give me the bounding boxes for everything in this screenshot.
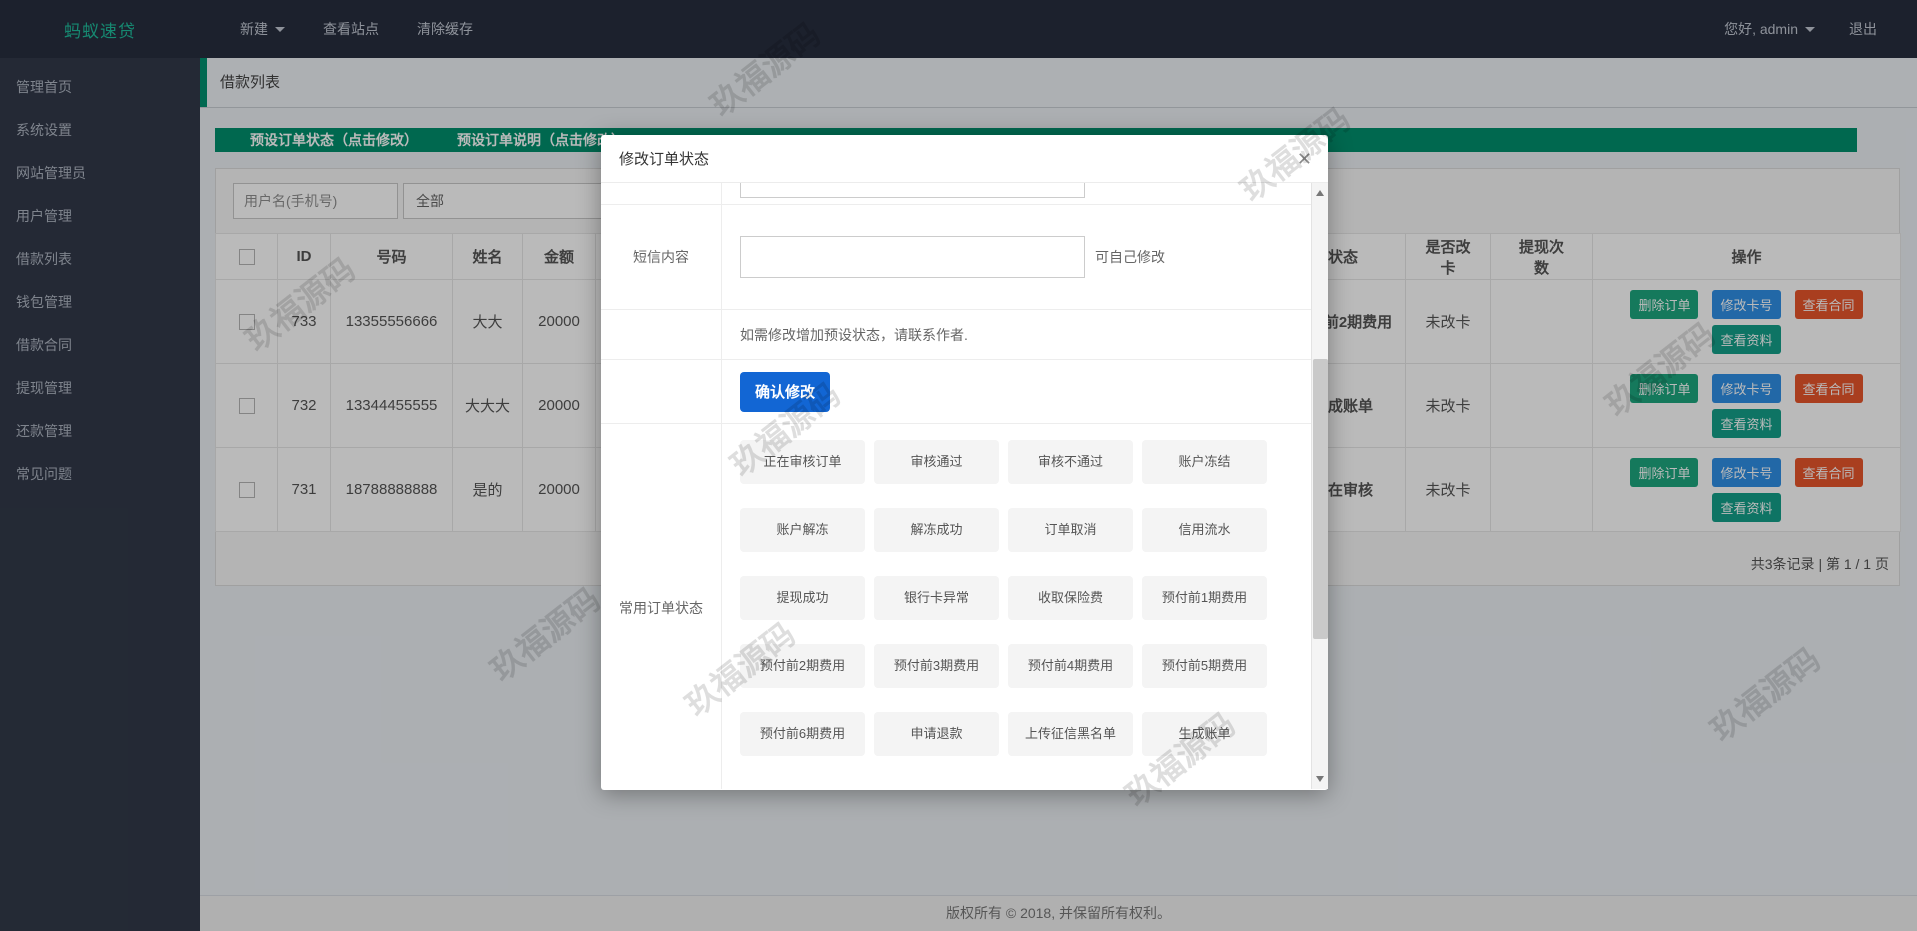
sms-content-row: 短信内容 可自己修改 [601,205,1311,310]
scrollbar-thumb[interactable] [1313,359,1328,639]
order-status-button[interactable]: 账户解冻 [740,508,865,552]
order-status-button[interactable]: 收取保险费 [1008,576,1133,620]
modal-scrollbar[interactable] [1311,183,1328,789]
sms-content-input[interactable] [740,236,1085,278]
order-status-button[interactable]: 审核通过 [874,440,999,484]
sms-content-label: 短信内容 [601,205,722,309]
note-row: 如需修改增加预设状态，请联系作者. [601,310,1311,360]
scroll-up-icon[interactable] [1312,185,1328,201]
order-status-button[interactable]: 账户冻结 [1142,440,1267,484]
app-root: 蚂蚁速贷 新建 查看站点 清除缓存 您好, admin 退出 管理首页 系统设置网… [0,0,1917,931]
order-status-button[interactable]: 预付前5期费用 [1142,644,1267,688]
modal-body: 短信内容 可自己修改 如需修改增加预设状态，请联系作者. 确认修改 常用订单状态… [601,183,1328,789]
modal-header: 修改订单状态 ✕ [601,135,1328,183]
common-statuses-label: 常用订单状态 [601,424,722,789]
modal-title: 修改订单状态 [619,151,710,168]
order-status-button[interactable]: 预付前3期费用 [874,644,999,688]
order-status-button[interactable]: 预付前4期费用 [1008,644,1133,688]
contact-author-note: 如需修改增加预设状态，请联系作者. [740,326,968,343]
confirm-modify-button[interactable]: 确认修改 [740,371,830,412]
order-status-button[interactable]: 预付前6期费用 [740,712,865,756]
order-status-button[interactable]: 正在审核订单 [740,440,865,484]
partial-input[interactable] [740,183,1085,198]
common-statuses-row: 常用订单状态 正在审核订单 审核通过 审核不通过 账户冻结账户解冻 解冻成功 订单取消 信用… [601,424,1311,789]
partial-row-label [601,183,722,204]
order-status-button[interactable]: 订单取消 [1008,508,1133,552]
sms-editable-hint: 可自己修改 [1095,249,1165,265]
scroll-down-icon[interactable] [1312,771,1328,787]
status-button-grid: 正在审核订单 审核通过 审核不通过 账户冻结账户解冻 解冻成功 订单取消 信用流水提现成功银… [722,424,1311,789]
order-status-button[interactable]: 提现成功 [740,576,865,620]
modify-order-status-modal: 修改订单状态 ✕ 短信内容 可自己修改 如需修改增加预设状态，请联系作者. 确认… [601,135,1328,790]
order-status-button[interactable]: 生成账单 [1142,712,1267,756]
scrolled-partial-row [601,183,1311,205]
order-status-button[interactable]: 申请退款 [874,712,999,756]
order-status-button[interactable]: 解冻成功 [874,508,999,552]
order-status-button[interactable]: 信用流水 [1142,508,1267,552]
confirm-row: 确认修改 [601,360,1311,424]
order-status-button[interactable]: 上传征信黑名单 [1008,712,1133,756]
close-icon[interactable]: ✕ [1297,150,1312,168]
order-status-button[interactable]: 预付前2期费用 [740,644,865,688]
order-status-button[interactable]: 预付前1期费用 [1142,576,1267,620]
order-status-button[interactable]: 审核不通过 [1008,440,1133,484]
order-status-button[interactable]: 银行卡异常 [874,576,999,620]
